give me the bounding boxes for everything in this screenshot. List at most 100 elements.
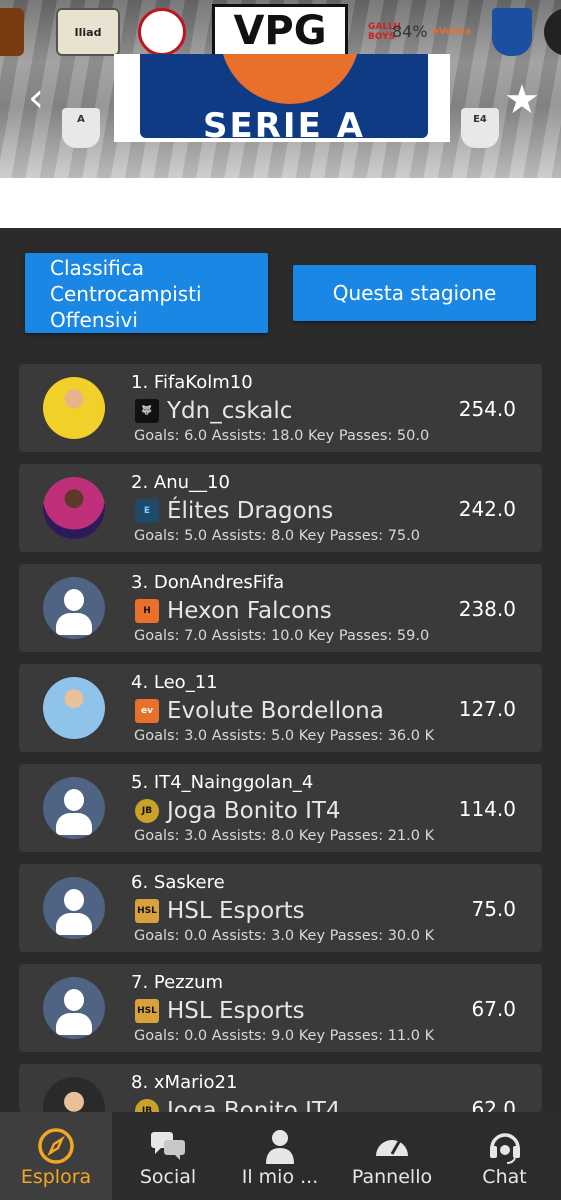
avatar-head <box>64 989 84 1011</box>
team-line: HSL HSL Esports <box>135 896 305 926</box>
nav-label: Esplora <box>20 1166 92 1188</box>
player-stats: Goals: 3.0 Assists: 8.0 Key Passes: 21.0… <box>134 828 434 844</box>
player-avatar <box>43 477 105 539</box>
team-line: 🐺 Ydn_cskalc <box>135 396 292 426</box>
avatar-torso <box>56 913 92 935</box>
serie-a-arc <box>220 54 360 104</box>
favorite-button[interactable]: ★ <box>504 78 548 122</box>
player-stats: Goals: 7.0 Assists: 10.0 Key Passes: 59.… <box>134 628 430 644</box>
leaderboard-row[interactable]: 3. DonAndresFifa H Hexon Falcons Goals: … <box>19 564 542 652</box>
team-line: JB Joga Bonito IT4 <box>135 796 341 826</box>
team-name: Élites Dragons <box>167 498 334 524</box>
leaderboard-row[interactable]: 4. Leo_11 ev Evolute Bordellona Goals: 3… <box>19 664 542 752</box>
avatar-head <box>64 889 84 911</box>
season-filter-button[interactable]: Questa stagione <box>293 265 536 321</box>
iliad-logo: Iliad <box>56 8 120 56</box>
nav-label: Pannello <box>351 1166 433 1188</box>
evoluta-text: eVoluta <box>432 27 472 37</box>
team-logo-icon: E <box>135 499 159 523</box>
header-divider-band <box>0 178 561 228</box>
vpg-logo: VPG <box>212 4 348 58</box>
player-stats: Goals: 0.0 Assists: 3.0 Key Passes: 30.0… <box>134 928 434 944</box>
badge-a-text: A <box>77 114 85 125</box>
badge-e4-text: E4 <box>473 114 487 125</box>
battery-status: 84% <box>392 22 428 41</box>
iliad-logo-text: Iliad <box>74 25 102 39</box>
chevron-left-icon: ‹ <box>28 75 44 121</box>
club-crest-logo <box>492 8 532 56</box>
default-avatar <box>43 577 105 639</box>
league-badge-e4: E4 <box>461 108 499 148</box>
leaderboard-row[interactable]: 8. xMario21 JB Joga Bonito IT4 62.0 <box>19 1064 542 1112</box>
team-line: ev Evolute Bordellona <box>135 696 384 726</box>
avatar-torso <box>56 813 92 835</box>
team-line: HSL HSL Esports <box>135 996 305 1026</box>
leaderboard-row[interactable]: 7. Pezzum HSL HSL Esports Goals: 0.0 Ass… <box>19 964 542 1052</box>
player-score: 254.0 <box>458 397 516 421</box>
team-name: Joga Bonito IT4 <box>167 1098 341 1112</box>
player-score: 67.0 <box>471 997 516 1021</box>
team-logo-icon: JB <box>135 1099 159 1112</box>
leaderboard-row[interactable]: 6. Saskere HSL HSL Esports Goals: 0.0 As… <box>19 864 542 952</box>
player-score: 114.0 <box>458 797 516 821</box>
team-name: HSL Esports <box>167 998 305 1024</box>
nav-label: Social <box>139 1166 197 1188</box>
star-icon: ★ <box>504 77 540 123</box>
leaderboard-row[interactable]: 2. Anu__10 E Élites Dragons Goals: 5.0 A… <box>19 464 542 552</box>
league-banner: SERIE A <box>114 54 450 142</box>
avatar-head <box>64 589 84 611</box>
evoluta-logo: eVoluta <box>428 8 476 56</box>
nav-label: Chat <box>482 1166 527 1188</box>
player-rank-name: 4. Leo_11 <box>131 672 218 693</box>
leaderboard-row[interactable]: 5. IT4_Nainggolan_4 JB Joga Bonito IT4 G… <box>19 764 542 852</box>
default-avatar <box>43 877 105 939</box>
player-avatar <box>43 677 105 739</box>
team-logo-icon: ev <box>135 699 159 723</box>
leaderboard-row[interactable]: 1. FifaKolm10 🐺 Ydn_cskalc Goals: 6.0 As… <box>19 364 542 452</box>
nav-esplora[interactable]: Esplora <box>0 1112 112 1200</box>
team-line: H Hexon Falcons <box>135 596 332 626</box>
club-logo-edge <box>544 8 561 56</box>
player-rank-name: 8. xMario21 <box>131 1072 238 1093</box>
compass-icon <box>38 1128 74 1164</box>
nav-label: Il mio ... <box>241 1166 319 1188</box>
sponsor-logo-red <box>138 8 186 56</box>
team-name: HSL Esports <box>167 898 305 924</box>
player-score: 62.0 <box>471 1097 516 1112</box>
classifica-label-line2: Centrocampisti <box>50 282 202 306</box>
back-button[interactable]: ‹ <box>28 78 64 120</box>
player-rank-name: 1. FifaKolm10 <box>131 372 253 393</box>
nav-il-mio[interactable]: Il mio ... <box>224 1112 336 1200</box>
team-line: JB Joga Bonito IT4 <box>135 1096 341 1112</box>
player-avatar <box>43 1077 105 1112</box>
player-stats: Goals: 0.0 Assists: 9.0 Key Passes: 11.0… <box>134 1028 434 1044</box>
player-score: 75.0 <box>471 897 516 921</box>
player-avatar <box>43 377 105 439</box>
player-stats: Goals: 5.0 Assists: 8.0 Key Passes: 75.0 <box>134 528 420 544</box>
player-stats: Goals: 3.0 Assists: 5.0 Key Passes: 36.0… <box>134 728 434 744</box>
classifica-label-line1: Classifica <box>50 256 145 280</box>
team-logo-icon: H <box>135 599 159 623</box>
player-rank-name: 5. IT4_Nainggolan_4 <box>131 772 314 793</box>
serie-a-logo: SERIE A <box>140 54 428 138</box>
team-name: Hexon Falcons <box>167 598 332 624</box>
player-stats: Goals: 6.0 Assists: 18.0 Key Passes: 50.… <box>134 428 430 444</box>
avatar-torso <box>56 613 92 635</box>
avatar-head <box>64 789 84 811</box>
gauge-icon <box>376 1139 408 1156</box>
nav-social[interactable]: Social <box>112 1112 224 1200</box>
nav-pannello[interactable]: Pannello <box>336 1112 448 1200</box>
player-rank-name: 2. Anu__10 <box>131 472 230 493</box>
player-rank-name: 6. Saskere <box>131 872 225 893</box>
classifica-dropdown-button[interactable]: Classifica Centrocampisti Offensivi <box>25 253 268 333</box>
team-name: Joga Bonito IT4 <box>167 798 341 824</box>
battery-percent: 84% <box>392 22 428 41</box>
nav-chat[interactable]: Chat <box>448 1112 561 1200</box>
sponsor-logo <box>0 8 24 56</box>
vpg-logo-text: VPG <box>233 8 327 54</box>
team-name: Evolute Bordellona <box>167 698 384 724</box>
default-avatar <box>43 977 105 1039</box>
classifica-label-line3: Offensivi <box>50 308 138 332</box>
team-name: Ydn_cskalc <box>167 398 293 424</box>
player-rank-name: 3. DonAndresFifa <box>131 572 285 593</box>
